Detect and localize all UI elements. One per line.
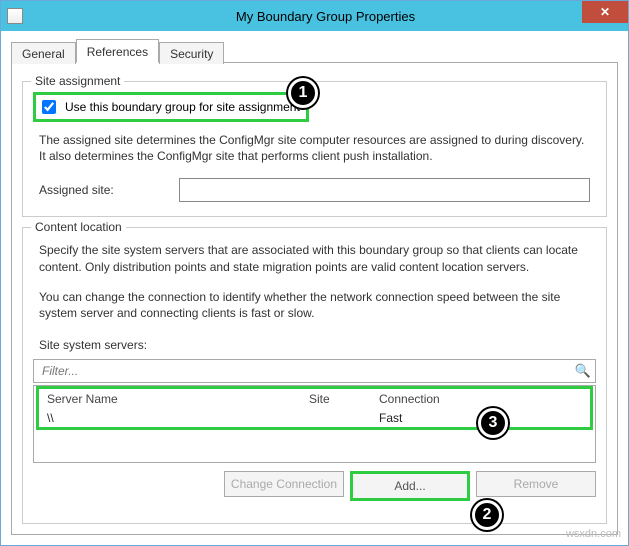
add-button[interactable]: Add... bbox=[350, 471, 470, 501]
use-boundary-group-row: Use this boundary group for site assignm… bbox=[33, 92, 309, 122]
cell-connection: Fast bbox=[379, 411, 590, 425]
content-location-desc2: You can change the connection to identif… bbox=[39, 289, 590, 321]
button-row: Change Connection Add... Remove bbox=[33, 471, 596, 501]
tabstrip: General References Security bbox=[11, 39, 618, 63]
col-connection[interactable]: Connection bbox=[379, 392, 590, 406]
cell-server-name: \\ bbox=[39, 411, 309, 425]
tab-general[interactable]: General bbox=[11, 42, 76, 64]
search-icon[interactable]: 🔍 bbox=[575, 363, 591, 379]
filter-row: 🔍 bbox=[33, 359, 596, 383]
content-location-group: Content location Specify the site system… bbox=[22, 227, 607, 524]
col-server-name[interactable]: Server Name bbox=[39, 392, 309, 406]
col-site[interactable]: Site bbox=[309, 392, 379, 406]
servers-table: Server Name Site Connection \\ Fast bbox=[33, 385, 596, 463]
system-menu-icon[interactable] bbox=[7, 8, 23, 24]
assigned-site-row: Assigned site: bbox=[39, 178, 590, 202]
tab-references[interactable]: References bbox=[76, 39, 159, 63]
table-row[interactable]: \\ Fast bbox=[39, 409, 590, 427]
use-boundary-group-label: Use this boundary group for site assignm… bbox=[65, 100, 300, 114]
servers-highlight: Server Name Site Connection \\ Fast bbox=[36, 386, 593, 430]
tab-security[interactable]: Security bbox=[159, 42, 224, 64]
assigned-site-label: Assigned site: bbox=[39, 183, 149, 197]
use-boundary-group-checkbox[interactable] bbox=[42, 100, 56, 114]
site-assignment-description: The assigned site determines the ConfigM… bbox=[39, 132, 590, 164]
change-connection-button[interactable]: Change Connection bbox=[224, 471, 344, 497]
site-assignment-group: Site assignment Use this boundary group … bbox=[22, 81, 607, 217]
close-icon: ✕ bbox=[600, 5, 610, 19]
remove-button[interactable]: Remove bbox=[476, 471, 596, 497]
client-area: General References Security Site assignm… bbox=[1, 31, 628, 545]
window-title: My Boundary Group Properties bbox=[23, 9, 628, 24]
site-assignment-title: Site assignment bbox=[31, 74, 124, 88]
properties-window: My Boundary Group Properties ✕ General R… bbox=[0, 0, 629, 546]
assigned-site-select[interactable] bbox=[179, 178, 590, 202]
tab-body-references: Site assignment Use this boundary group … bbox=[11, 62, 618, 535]
close-button[interactable]: ✕ bbox=[582, 1, 628, 23]
content-location-desc1: Specify the site system servers that are… bbox=[39, 242, 590, 274]
content-location-title: Content location bbox=[31, 220, 126, 234]
servers-header: Server Name Site Connection bbox=[39, 389, 590, 409]
filter-input[interactable] bbox=[40, 361, 575, 381]
titlebar[interactable]: My Boundary Group Properties ✕ bbox=[1, 1, 628, 31]
site-system-servers-label: Site system servers: bbox=[39, 337, 590, 353]
watermark: wsxdn.com bbox=[566, 528, 621, 540]
